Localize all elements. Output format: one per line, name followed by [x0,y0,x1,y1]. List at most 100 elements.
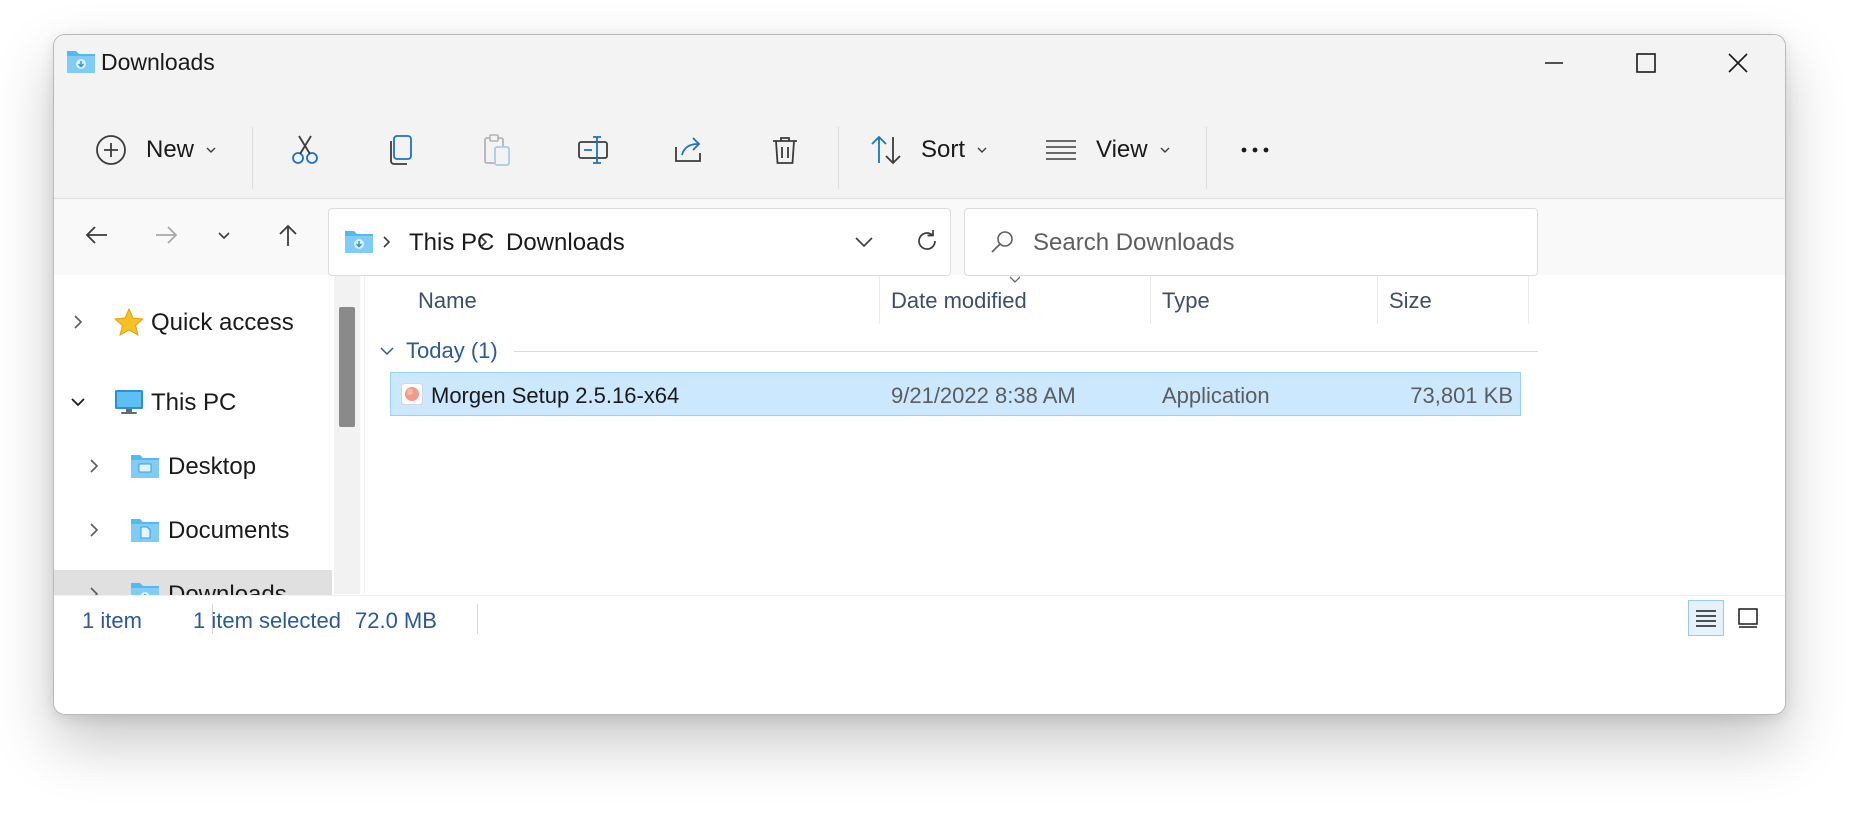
delete-button[interactable] [768,113,802,187]
scissors-icon [292,135,318,164]
chevron-right-icon [383,236,391,248]
breadcrumb-downloads[interactable]: Downloads [506,229,625,257]
close-button[interactable] [1692,35,1784,91]
chevron-right-icon[interactable] [84,456,104,476]
chevron-down-icon [977,147,987,153]
sidebar-item-documents[interactable]: Documents [54,506,332,554]
sort-label: Sort [921,136,966,163]
copy-button[interactable] [384,113,418,187]
see-more-button[interactable] [1238,113,1272,187]
sort-descending-icon [1009,276,1021,283]
clipboard-icon [484,134,510,166]
chevron-down-icon [206,147,216,153]
new-button[interactable]: New [94,113,218,187]
copy-icon [390,135,412,165]
address-bar[interactable]: This PC Downloads [328,208,951,276]
view-label: View [1096,136,1148,163]
file-name: Morgen Setup 2.5.16-x64 [431,383,680,408]
share-button[interactable] [672,113,706,187]
group-label: Today (1) [406,338,498,363]
up-button[interactable] [270,217,306,253]
more-dots-icon [1241,147,1269,153]
chevron-right-icon[interactable] [84,520,104,540]
status-selected-size: 72.0 MB [355,608,437,633]
monitor-icon [115,390,143,414]
back-button[interactable] [79,217,115,253]
toolbar-divider [838,127,839,189]
file-type: Application [1162,383,1270,408]
file-date-modified: 9/21/2022 8:38 AM [891,383,1076,408]
file-row[interactable]: Morgen Setup 2.5.16-x64 9/21/2022 8:38 A… [390,372,1521,416]
details-view-button[interactable] [1688,600,1724,636]
sort-icon [871,135,901,165]
application-icon [401,383,423,405]
paste-button [480,113,514,187]
column-header-type[interactable]: Type [1162,288,1210,314]
share-icon [675,137,701,162]
chevron-down-icon [218,232,230,240]
arrow-left-icon [85,226,107,244]
chevron-right-icon[interactable] [68,312,88,332]
folder-desktop-icon [131,455,159,478]
command-bar: New Sort View [54,113,1785,189]
column-header-name[interactable]: Name [418,288,477,314]
toolbar-divider [1206,127,1207,189]
column-header-date-modified[interactable]: Date modified [891,288,1027,314]
large-icons-view-button[interactable] [1730,600,1766,636]
pane-divider[interactable] [364,276,365,594]
plus-circle-icon [96,135,126,165]
column-header-size[interactable]: Size [1389,288,1432,314]
arrow-up-icon [279,224,297,246]
search-box[interactable] [964,208,1538,276]
minimize-button[interactable] [1508,35,1600,91]
rename-button[interactable] [576,113,610,187]
chevron-down-icon [380,347,394,356]
scrollbar-thumb[interactable] [339,307,355,427]
sidebar-item-label: Quick access [151,309,294,336]
view-button[interactable]: View [1044,113,1172,187]
column-divider[interactable] [1150,276,1151,324]
folder-downloads-icon [345,231,373,253]
status-bar: 1 item 1 item selected 72.0 MB [54,595,1785,714]
refresh-icon[interactable] [913,227,941,255]
trash-icon [773,137,797,164]
close-icon [1728,53,1748,73]
folder-documents-icon [131,519,159,542]
view-lines-icon [1046,140,1076,160]
maximize-button[interactable] [1600,35,1692,91]
sidebar-item-desktop[interactable]: Desktop [54,442,332,490]
sidebar-item-label: Documents [168,517,290,544]
column-divider[interactable] [1377,276,1378,324]
column-divider[interactable] [1528,276,1529,324]
file-size: 73,801 KB [1410,383,1513,408]
sidebar-item-label: This PC [151,389,237,416]
sidebar-item-quick-access[interactable]: Quick access [54,298,332,346]
file-explorer-window: Downloads New Sort View This PC Download… [53,34,1786,715]
status-item-count: 1 item [82,608,142,633]
large-icons-view-icon [1738,608,1758,628]
file-list: Name Date modified Type Size Today (1) M… [366,276,1785,594]
details-view-icon [1696,610,1716,627]
search-icon [991,231,1013,253]
sidebar-item-this-pc[interactable]: This PC [54,378,332,426]
new-label: New [146,136,195,163]
toolbar-divider [252,127,253,189]
cut-button[interactable] [288,113,322,187]
window-title: Downloads [101,49,215,75]
chevron-down-icon[interactable] [851,229,877,255]
minimize-icon [1545,62,1563,64]
folder-downloads-icon [67,51,95,73]
navigation-bar: This PC Downloads [54,199,1785,276]
chevron-right-icon [480,236,488,248]
recent-locations-button[interactable] [206,217,242,253]
chevron-down-icon[interactable] [68,392,88,412]
group-header-today[interactable]: Today (1) [378,334,1538,368]
sort-button[interactable]: Sort [869,113,989,187]
forward-button [148,217,184,253]
window-chrome: Downloads New Sort View [54,35,1785,199]
status-divider [477,604,478,634]
search-input[interactable] [1031,219,1515,267]
maximize-icon [1636,53,1656,73]
title-bar[interactable]: Downloads [54,35,1785,91]
column-divider[interactable] [879,276,880,324]
